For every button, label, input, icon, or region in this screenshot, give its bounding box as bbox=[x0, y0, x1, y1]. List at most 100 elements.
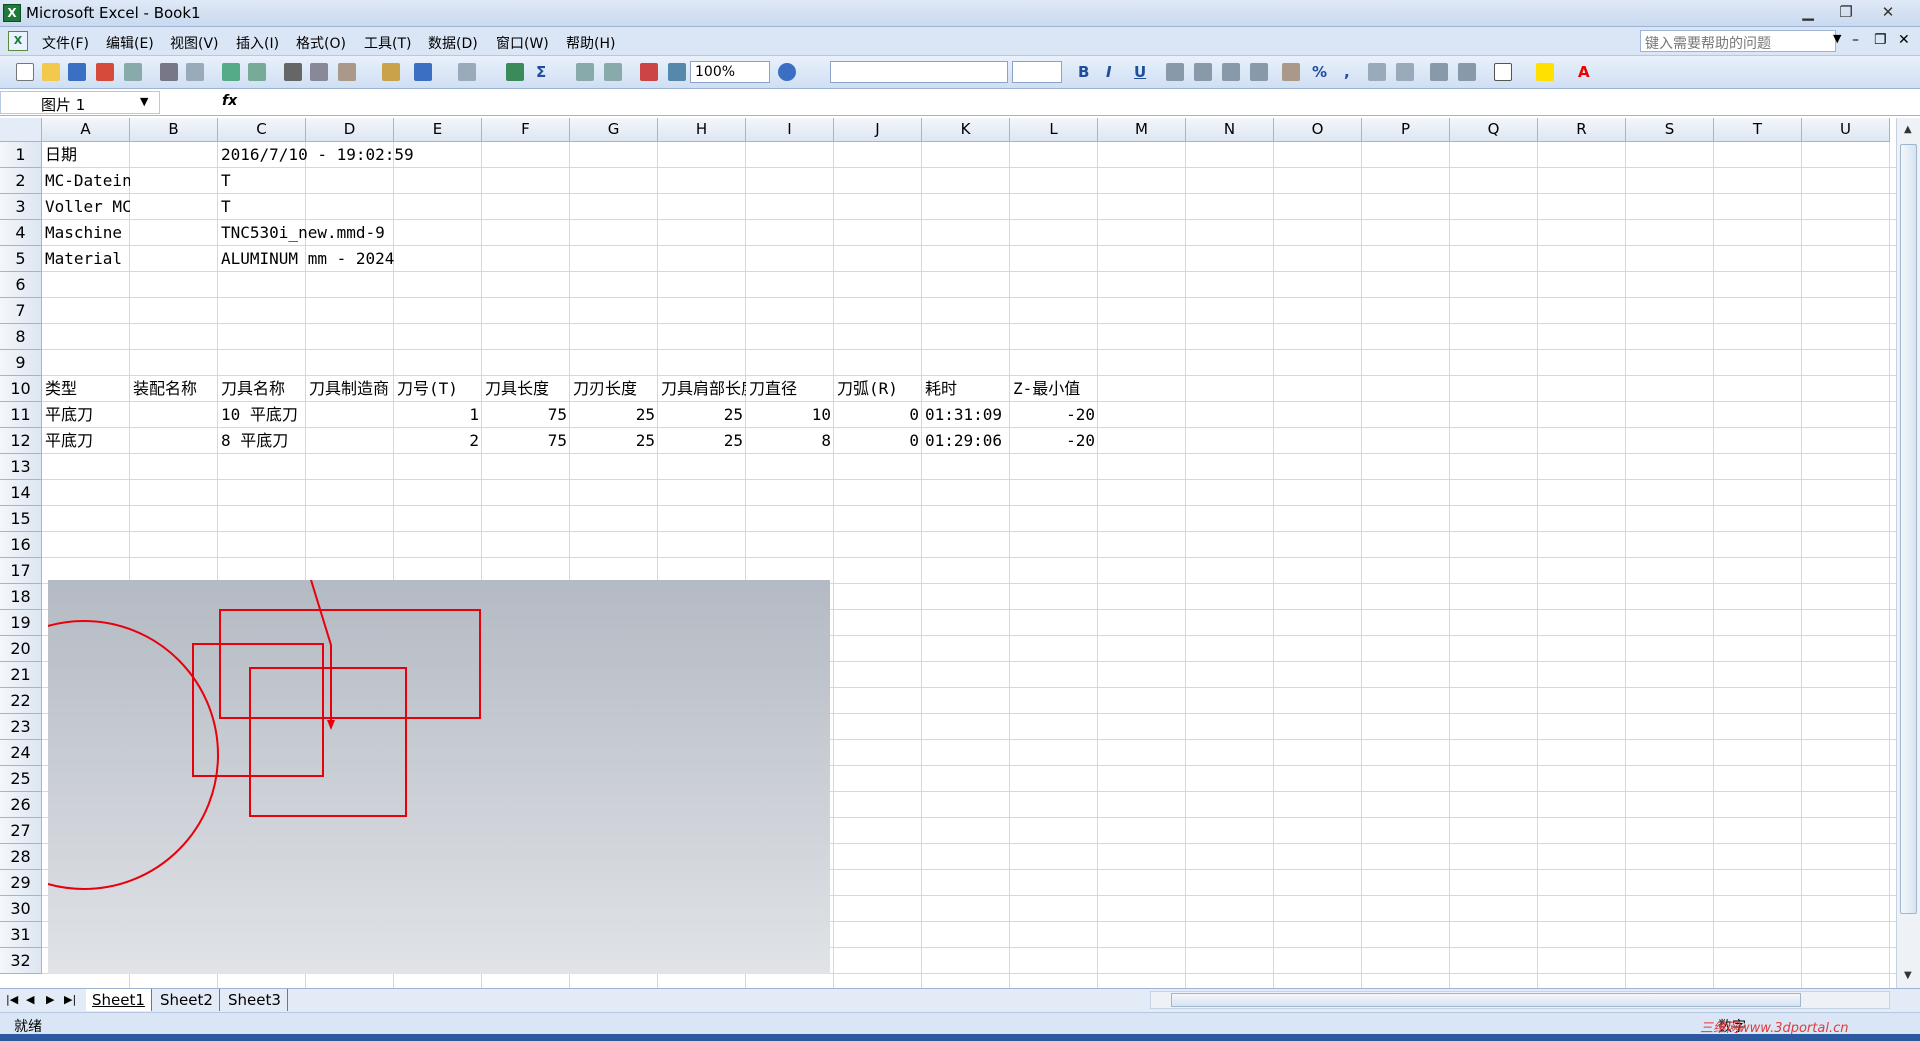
menu-view[interactable]: 视图(V) bbox=[170, 33, 219, 53]
doc-restore-icon[interactable]: ❐ bbox=[1874, 32, 1887, 48]
cell-c11[interactable]: 10 平底刀 bbox=[218, 402, 306, 427]
horizontal-scrollbar[interactable] bbox=[1150, 991, 1890, 1009]
workbook-icon[interactable]: X bbox=[8, 31, 28, 51]
row-header-13[interactable]: 13 bbox=[0, 454, 42, 480]
formula-input[interactable] bbox=[244, 91, 1914, 114]
tab-sheet1[interactable]: Sheet1 bbox=[86, 989, 152, 1011]
menu-window[interactable]: 窗口(W) bbox=[496, 33, 549, 53]
zoom-select[interactable]: 100% bbox=[690, 61, 770, 83]
cut-icon[interactable] bbox=[284, 63, 302, 81]
sort-descending-icon[interactable] bbox=[604, 63, 622, 81]
cell-j12[interactable]: 0 bbox=[834, 428, 922, 453]
row-header-2[interactable]: 2 bbox=[0, 168, 42, 194]
restore-button[interactable]: ❐ bbox=[1828, 1, 1864, 23]
cell-c12[interactable]: 8 平底刀 bbox=[218, 428, 306, 453]
menu-help[interactable]: 帮助(H) bbox=[566, 33, 615, 53]
row-header-16[interactable]: 16 bbox=[0, 532, 42, 558]
row-header-19[interactable]: 19 bbox=[0, 610, 42, 636]
help-icon[interactable] bbox=[778, 63, 796, 81]
column-header-q[interactable]: Q bbox=[1450, 118, 1538, 142]
column-header-e[interactable]: E bbox=[394, 118, 482, 142]
format-painter-icon[interactable] bbox=[382, 63, 400, 81]
cell-g10[interactable]: 刀刃长度 bbox=[570, 376, 658, 401]
worksheet-grid[interactable]: ABCDEFGHIJKLMNOPQRSTU 1 2 3 4 5 6 7 8 9 10 11 12 13 1… bbox=[0, 118, 1896, 988]
cell-a4[interactable]: Maschine bbox=[42, 220, 130, 245]
name-box[interactable]: 图片 1 bbox=[0, 91, 160, 114]
increase-decimal-icon[interactable] bbox=[1368, 63, 1386, 81]
column-header-r[interactable]: R bbox=[1538, 118, 1626, 142]
row-header-10[interactable]: 10 bbox=[0, 376, 42, 402]
cell-j11[interactable]: 0 bbox=[834, 402, 922, 427]
paste-icon[interactable] bbox=[338, 63, 356, 81]
column-header-h[interactable]: H bbox=[658, 118, 746, 142]
column-header-b[interactable]: B bbox=[130, 118, 218, 142]
cell-b10[interactable]: 装配名称 bbox=[130, 376, 218, 401]
row-header-30[interactable]: 30 bbox=[0, 896, 42, 922]
column-header-o[interactable]: O bbox=[1274, 118, 1362, 142]
excel-icon[interactable]: X bbox=[3, 4, 21, 22]
align-right-icon[interactable] bbox=[1222, 63, 1240, 81]
cell-c10[interactable]: 刀具名称 bbox=[218, 376, 306, 401]
italic-button[interactable]: I bbox=[1106, 63, 1112, 81]
cell-a10[interactable]: 类型 bbox=[42, 376, 130, 401]
row-header-17[interactable]: 17 bbox=[0, 558, 42, 584]
vertical-scroll-thumb[interactable] bbox=[1900, 144, 1917, 914]
menu-edit[interactable]: 编辑(E) bbox=[106, 33, 154, 53]
column-header-c[interactable]: C bbox=[218, 118, 306, 142]
row-header-26[interactable]: 26 bbox=[0, 792, 42, 818]
next-sheet-icon[interactable]: ▶ bbox=[46, 993, 54, 1006]
spelling-icon[interactable] bbox=[222, 63, 240, 81]
autosum-icon[interactable]: Σ bbox=[536, 63, 546, 81]
cell-l11[interactable]: -20 bbox=[1010, 402, 1098, 427]
hyperlink-icon[interactable] bbox=[506, 63, 524, 81]
embedded-picture[interactable] bbox=[48, 580, 830, 974]
column-header-s[interactable]: S bbox=[1626, 118, 1714, 142]
cell-a1[interactable]: 日期 bbox=[42, 142, 130, 167]
decrease-indent-icon[interactable] bbox=[1430, 63, 1448, 81]
merge-center-icon[interactable] bbox=[1250, 63, 1268, 81]
mail-icon[interactable] bbox=[124, 63, 142, 81]
row-header-12[interactable]: 12 bbox=[0, 428, 42, 454]
cell-h11[interactable]: 25 bbox=[658, 402, 746, 427]
row-header-20[interactable]: 20 bbox=[0, 636, 42, 662]
redo-icon[interactable] bbox=[458, 63, 476, 81]
column-header-p[interactable]: P bbox=[1362, 118, 1450, 142]
column-header-t[interactable]: T bbox=[1714, 118, 1802, 142]
cell-e10[interactable]: 刀号(T) bbox=[394, 376, 482, 401]
open-icon[interactable] bbox=[42, 63, 60, 81]
print-preview-icon[interactable] bbox=[186, 63, 204, 81]
cell-a11[interactable]: 平底刀 bbox=[42, 402, 130, 427]
research-icon[interactable] bbox=[248, 63, 266, 81]
cell-c5[interactable]: ALUMINUM mm - 2024 bbox=[218, 246, 394, 271]
drawing-icon[interactable] bbox=[668, 63, 686, 81]
column-header-k[interactable]: K bbox=[922, 118, 1010, 142]
print-icon[interactable] bbox=[160, 63, 178, 81]
help-dropdown-icon[interactable]: ▼ bbox=[1833, 32, 1847, 45]
cell-f12[interactable]: 75 bbox=[482, 428, 570, 453]
cell-i12[interactable]: 8 bbox=[746, 428, 834, 453]
cell-c3[interactable]: T bbox=[218, 194, 306, 219]
cell-k12[interactable]: 01:29:06 bbox=[922, 428, 1010, 453]
row-header-1[interactable]: 1 bbox=[0, 142, 42, 168]
close-button[interactable]: ✕ bbox=[1866, 1, 1910, 23]
row-header-15[interactable]: 15 bbox=[0, 506, 42, 532]
minimize-button[interactable]: ▁ bbox=[1790, 1, 1826, 23]
bold-button[interactable]: B bbox=[1078, 63, 1089, 81]
cell-a2[interactable]: MC-Dateiname bbox=[42, 168, 130, 193]
column-header-u[interactable]: U bbox=[1802, 118, 1890, 142]
row-header-5[interactable]: 5 bbox=[0, 246, 42, 272]
menu-insert[interactable]: 插入(I) bbox=[236, 33, 279, 53]
help-search-input[interactable]: 键入需要帮助的问题 bbox=[1640, 30, 1836, 52]
row-header-18[interactable]: 18 bbox=[0, 584, 42, 610]
row-header-3[interactable]: 3 bbox=[0, 194, 42, 220]
prev-sheet-icon[interactable]: ◀ bbox=[26, 993, 34, 1006]
decrease-decimal-icon[interactable] bbox=[1396, 63, 1414, 81]
column-header-d[interactable]: D bbox=[306, 118, 394, 142]
doc-minimize-icon[interactable]: – bbox=[1852, 32, 1859, 48]
cell-f10[interactable]: 刀具长度 bbox=[482, 376, 570, 401]
row-header-7[interactable]: 7 bbox=[0, 298, 42, 324]
cell-k10[interactable]: 耗时 bbox=[922, 376, 1010, 401]
percent-button[interactable]: % bbox=[1312, 63, 1327, 81]
cell-g12[interactable]: 25 bbox=[570, 428, 658, 453]
menu-format[interactable]: 格式(O) bbox=[296, 33, 346, 53]
